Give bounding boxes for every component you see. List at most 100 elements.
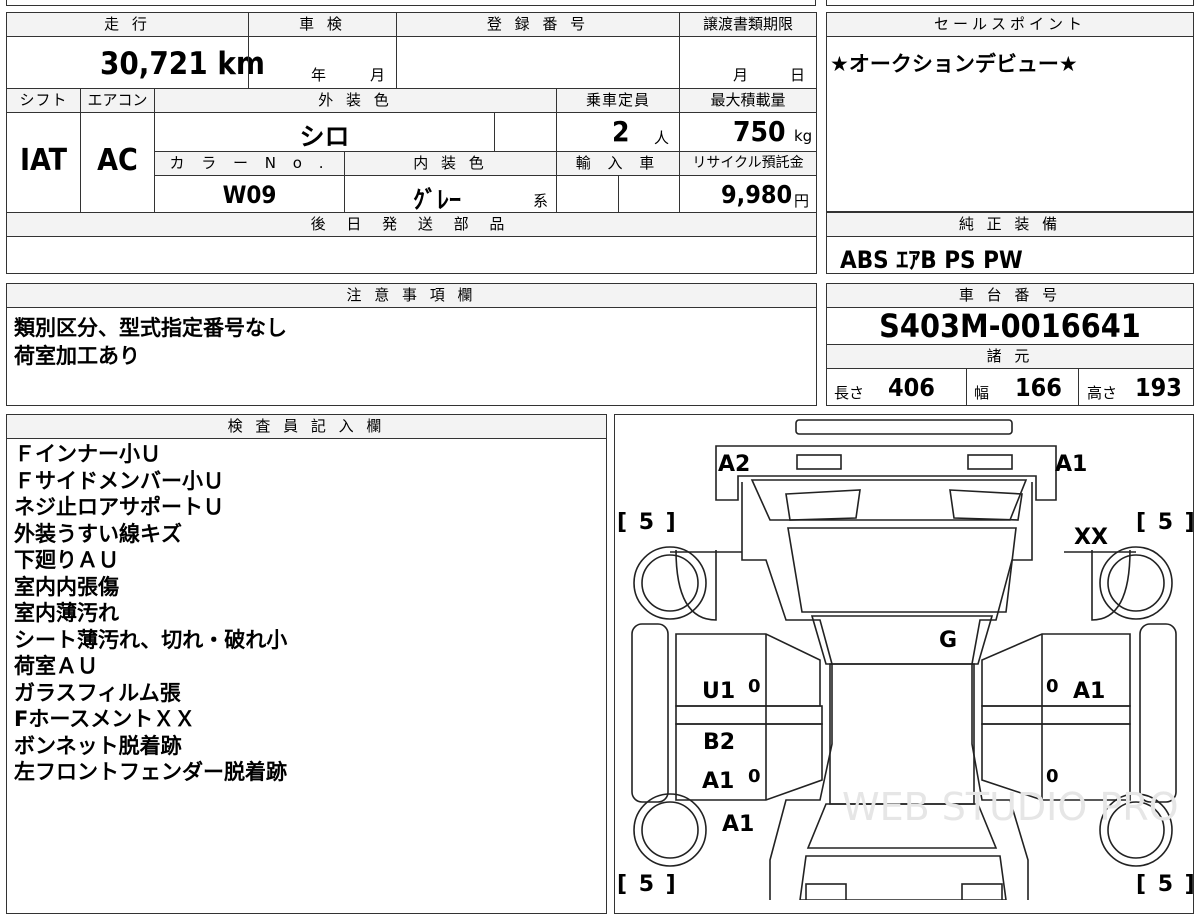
windshield <box>787 527 1017 613</box>
registration-cell <box>396 36 680 89</box>
capacity-unit: 人 <box>654 129 670 147</box>
exterior-value: シロ <box>299 122 350 151</box>
import-header: 輸 入 車 <box>556 151 680 176</box>
fender-left-front <box>675 549 717 621</box>
roof-front <box>810 615 994 665</box>
tire-rear-left <box>633 793 707 867</box>
max-load-value: 750 <box>733 115 786 148</box>
car-diagram: WEB STUDIO PRO <box>631 419 1179 900</box>
recycle-value: 9,980 <box>721 180 793 209</box>
inspector-line: Ｆインナー小Ｕ <box>14 442 161 466</box>
equipment-header: 純 正 装 備 <box>826 212 1194 237</box>
headlight-right <box>967 454 1013 470</box>
spec-width-value: 166 <box>1015 373 1062 402</box>
top-strip <box>6 0 816 6</box>
inspector-line: 室内薄汚れ <box>14 601 119 625</box>
interior-value: ｸﾞﾚｰ <box>413 186 461 214</box>
inspection-month-unit: 月 <box>370 66 386 84</box>
inspector-line: ガラスフィルム張 <box>14 680 181 705</box>
inspector-line: シート薄汚れ、切れ・破れ小 <box>14 627 288 652</box>
interior-header: 内 装 色 <box>344 151 557 176</box>
mirror-left <box>785 489 861 521</box>
inspection-year-unit: 年 <box>311 66 327 84</box>
inspector-line: 外装うすい線キズ <box>14 521 182 546</box>
shift-value: IAT <box>19 143 67 178</box>
capacity-header: 乗車定員 <box>556 88 680 113</box>
notes-line: 荷室加工あり <box>14 344 140 368</box>
spec-height-label: 高さ <box>1087 384 1118 402</box>
inspector-line: 荷室ＡＵ <box>14 654 98 678</box>
tire-label-front-left: [ 5 ] <box>617 510 678 535</box>
later-parts-header: 後 日 発 送 部 品 <box>6 212 817 237</box>
transfer-day-unit: 日 <box>790 66 806 84</box>
specs-header: 諸 元 <box>826 344 1194 369</box>
body-right-edge <box>971 482 1033 900</box>
inspector-header: 検 査 員 記 入 欄 <box>6 414 607 439</box>
mileage-value: 30,721 km <box>100 46 265 82</box>
tire-rear-left-inner <box>641 801 699 859</box>
damage-label-a1-right: A1 <box>1073 679 1106 704</box>
sales-point-text: ★オークションデビュー★ <box>830 52 1078 76</box>
transfer-header: 譲渡書類期限 <box>679 12 817 37</box>
tire-front-left <box>633 546 707 620</box>
damage-zero-1: 0 <box>748 676 761 697</box>
tire-label-front-right: [ 5 ] <box>1136 510 1197 535</box>
color-no-header: カ ラ ー N o . <box>154 151 345 176</box>
inspector-line: ボンネット脱着跡 <box>14 733 182 758</box>
spec-height-value: 193 <box>1135 373 1182 402</box>
inspector-line: ネジ止ロアサポートＵ <box>14 495 224 519</box>
front-panel <box>715 445 1057 501</box>
damage-label-b2: B2 <box>703 730 736 755</box>
max-load-unit: kg <box>794 127 813 145</box>
sales-point-header: セールスポイント <box>826 12 1194 37</box>
damage-label-xx: XX <box>1074 525 1108 550</box>
cargo-roof <box>829 663 975 805</box>
damage-zero-2: 0 <box>1046 676 1059 697</box>
side-skin-left <box>631 623 669 803</box>
interior-suffix: 系 <box>533 192 549 210</box>
import-cell-a <box>556 175 619 213</box>
damage-zero-4: 0 <box>1046 766 1059 787</box>
color-no-value: W09 <box>222 181 277 209</box>
damage-label-a1-left: A1 <box>702 769 735 794</box>
door-left-rear <box>675 723 823 801</box>
hood-area <box>750 479 1028 521</box>
inspector-line: 下廻りＡＵ <box>14 548 119 572</box>
exterior-extra-cell <box>494 112 557 152</box>
recycle-unit: 円 <box>794 192 810 210</box>
chassis-number: S403M-0016641 <box>879 307 1141 345</box>
registration-header: 登 録 番 号 <box>396 12 680 37</box>
chassis-header: 車 台 番 号 <box>826 283 1194 308</box>
spec-length-label: 長さ <box>834 384 865 402</box>
inspector-line: Ｆサイドメンバー小Ｕ <box>14 468 224 493</box>
side-skin-right <box>1139 623 1177 803</box>
top-strip-right <box>826 0 1194 6</box>
sill-left <box>675 705 823 725</box>
transfer-month-unit: 月 <box>733 66 749 84</box>
inspection-header: 車 検 <box>248 12 397 37</box>
rear-lamp-left <box>805 883 847 900</box>
sales-point-box <box>826 12 1194 212</box>
damage-label-g: G <box>939 628 958 653</box>
notes-line: 類別区分、型式指定番号なし <box>14 316 287 340</box>
shift-header: シフト <box>6 88 81 113</box>
spec-length-value: 406 <box>888 373 935 402</box>
notes-text: 類別区分、型式指定番号なし 荷室加工あり <box>14 314 287 370</box>
recycle-header: リサイクル預託金 <box>679 151 817 176</box>
equipment-value: ABS ｴｱB PS PW <box>840 246 1023 274</box>
damage-label-a1-low: A1 <box>722 812 755 837</box>
spec-width-label: 幅 <box>974 384 990 402</box>
inspector-line: FホースメントＸＸ <box>14 707 196 731</box>
watermark: WEB STUDIO PRO <box>842 785 1179 829</box>
tire-front-right-inner <box>1107 554 1165 612</box>
inspector-line: 左フロントフェンダー脱着跡 <box>14 760 287 784</box>
tire-label-rear-left: [ 5 ] <box>617 872 678 897</box>
tire-label-rear-right: [ 5 ] <box>1136 872 1197 897</box>
inspector-list: Ｆインナー小Ｕ Ｆサイドメンバー小Ｕ ネジ止ロアサポートＵ 外装うすい線キズ 下… <box>14 441 287 786</box>
front-bumper-bar <box>795 419 1013 435</box>
damage-label-u1: U1 <box>702 679 736 704</box>
tire-front-right <box>1099 546 1173 620</box>
aircon-header: エアコン <box>80 88 155 113</box>
rear-lamp-right <box>961 883 1003 900</box>
damage-label-a1-top: A1 <box>1055 452 1088 477</box>
